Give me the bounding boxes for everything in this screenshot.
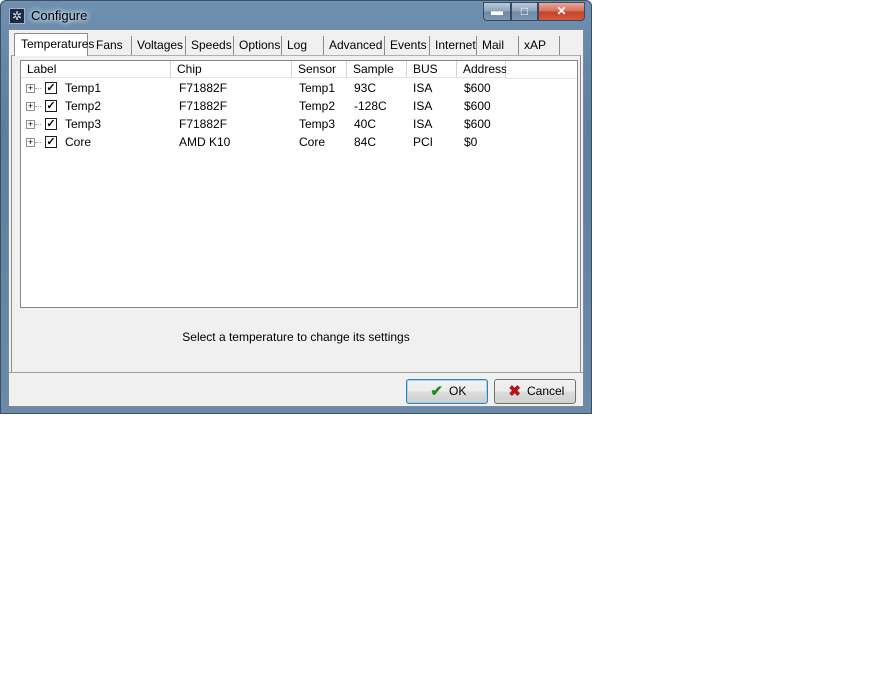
cross-icon: ✖ [508, 383, 521, 400]
cell-sensor: Temp3 [299, 117, 336, 131]
tree-connector [35, 142, 41, 143]
ok-button-label: OK [449, 384, 467, 398]
tab-speeds[interactable]: Speeds [187, 36, 234, 55]
expand-icon[interactable]: + [26, 138, 35, 147]
cell-address: $600 [464, 81, 491, 95]
tab-mail[interactable]: Mail [478, 36, 519, 55]
cell-label: Temp3 [65, 117, 102, 131]
window-title: Configure [31, 8, 88, 23]
cell-bus: PCI [413, 135, 434, 149]
status-message: Select a temperature to change its setti… [182, 330, 410, 344]
cell-sample: 40C [354, 117, 377, 131]
cell-sample: -128C [354, 99, 387, 113]
cell-chip: F71882F [179, 81, 228, 95]
checkmark-icon: ✔ [430, 383, 443, 400]
cell-chip: AMD K10 [179, 135, 231, 149]
cell-address: $600 [464, 99, 491, 113]
table-row[interactable]: + ✓ Core AMD K10 Core 84C PCI $0 [21, 133, 577, 151]
tab-internet[interactable]: Internet [431, 36, 477, 55]
close-button[interactable]: ✕ [538, 2, 585, 21]
table-row[interactable]: + ✓ Temp3 F71882F Temp3 40C ISA $600 [21, 115, 577, 133]
footer-divider [9, 372, 583, 373]
cell-bus: ISA [413, 99, 433, 113]
cell-address: $0 [464, 135, 478, 149]
column-header-chip[interactable]: Chip [171, 61, 292, 78]
expand-icon[interactable]: + [26, 120, 35, 129]
tab-strip: Temperatures Fans Voltages Speeds Option… [11, 33, 583, 56]
tree-connector [35, 106, 41, 107]
cell-label: Temp2 [65, 99, 102, 113]
table-row[interactable]: + ✓ Temp2 F71882F Temp2 -128C ISA $600 [21, 97, 577, 115]
row-checkbox[interactable]: ✓ [45, 136, 57, 148]
cell-chip: F71882F [179, 117, 228, 131]
tab-log[interactable]: Log [283, 36, 324, 55]
tab-events[interactable]: Events [386, 36, 430, 55]
column-header-row: Label Chip Sensor Sample BUS Address [21, 61, 577, 79]
column-header-bus[interactable]: BUS [407, 61, 457, 78]
column-header-sensor[interactable]: Sensor [292, 61, 347, 78]
table-row[interactable]: + ✓ Temp1 F71882F Temp1 93C ISA $600 [21, 79, 577, 97]
cancel-button[interactable]: ✖ Cancel [494, 379, 576, 404]
row-checkbox[interactable]: ✓ [45, 118, 57, 130]
cell-sample: 93C [354, 81, 377, 95]
fan-icon: ✲ [9, 8, 25, 24]
dialog-client-area: Temperatures Fans Voltages Speeds Option… [8, 29, 584, 407]
cell-chip: F71882F [179, 99, 228, 113]
temperatures-panel: Label Chip Sensor Sample BUS Address + ✓… [11, 55, 581, 373]
expand-icon[interactable]: + [26, 102, 35, 111]
temperature-list[interactable]: Label Chip Sensor Sample BUS Address + ✓… [20, 60, 578, 308]
maximize-button[interactable]: □ [511, 2, 538, 21]
cell-sensor: Core [299, 135, 326, 149]
cell-label: Temp1 [65, 81, 102, 95]
configure-window: ✲ Configure ▬ □ ✕ Temperatures Fans Volt… [0, 0, 592, 414]
cell-bus: ISA [413, 81, 433, 95]
cell-sensor: Temp1 [299, 81, 336, 95]
ok-button[interactable]: ✔ OK [406, 379, 488, 404]
tab-voltages[interactable]: Voltages [133, 36, 186, 55]
cancel-button-label: Cancel [526, 384, 565, 398]
cell-bus: ISA [413, 117, 433, 131]
tab-options[interactable]: Options [235, 36, 282, 55]
row-checkbox[interactable]: ✓ [45, 82, 57, 94]
tab-advanced[interactable]: Advanced [325, 36, 385, 55]
tree-connector [35, 124, 41, 125]
tab-xap[interactable]: xAP [520, 36, 560, 55]
tab-temperatures[interactable]: Temperatures [14, 33, 94, 56]
column-header-label[interactable]: Label [21, 61, 171, 78]
cell-sample: 84C [354, 135, 377, 149]
expand-icon[interactable]: + [26, 84, 35, 93]
tree-connector [35, 88, 41, 89]
cell-address: $600 [464, 117, 491, 131]
tab-fans[interactable]: Fans [92, 36, 132, 55]
column-header-sample[interactable]: Sample [347, 61, 407, 78]
row-checkbox[interactable]: ✓ [45, 100, 57, 112]
column-header-filler [506, 61, 577, 79]
column-header-address[interactable]: Address [457, 61, 507, 78]
title-bar[interactable]: ✲ Configure ▬ □ ✕ [1, 1, 591, 29]
cell-label: Core [65, 135, 92, 149]
cell-sensor: Temp2 [299, 99, 336, 113]
minimize-button[interactable]: ▬ [483, 2, 511, 21]
